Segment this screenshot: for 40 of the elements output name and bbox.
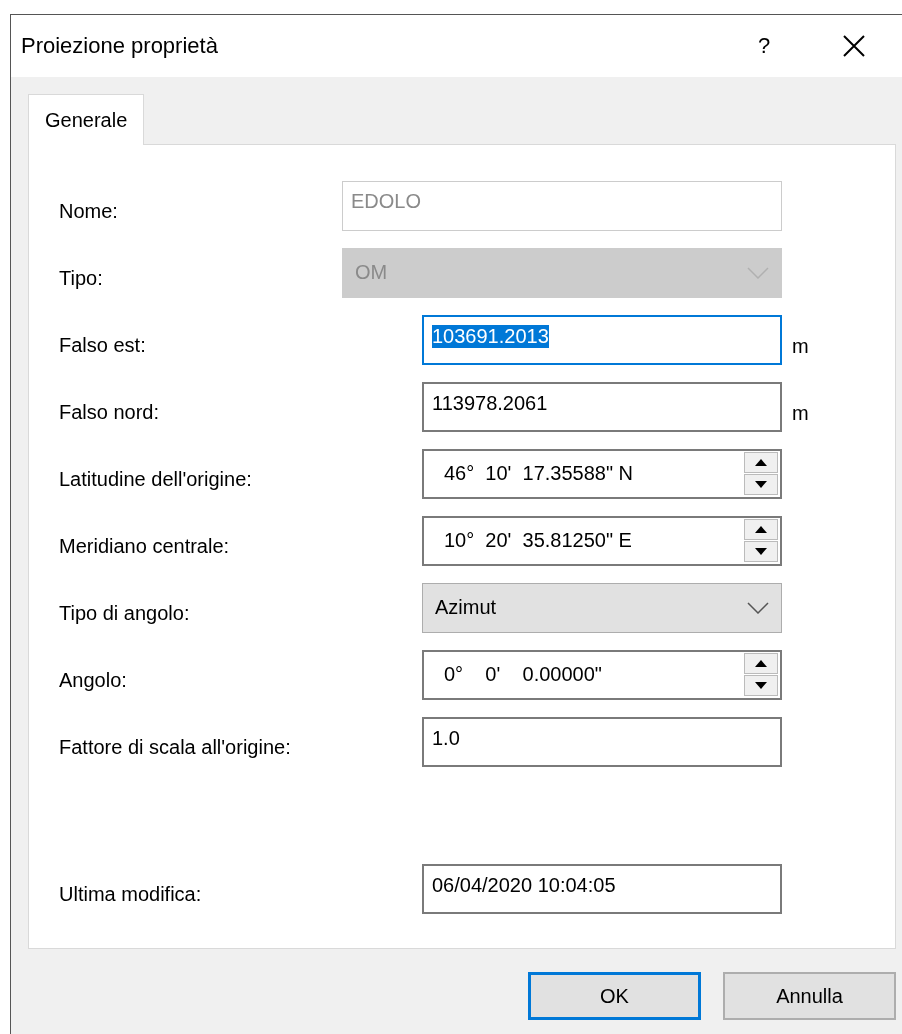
field-label: Falso est: [59, 333, 147, 357]
field-label: Angolo: [59, 668, 128, 692]
spin-down-button[interactable] [744, 474, 778, 495]
input-field[interactable]: 06/04/2020 10:04:05 [422, 863, 782, 914]
dropdown[interactable]: Azimut [422, 582, 782, 633]
up-triangle-icon [755, 459, 767, 466]
spin-field[interactable]: 0° 0' 0.00000" [422, 649, 782, 700]
field-label: Tipo: [59, 266, 104, 290]
up-triangle-icon [755, 660, 767, 667]
field-label: Falso nord: [59, 400, 161, 424]
down-triangle-icon [755, 682, 767, 689]
field-label: Fattore di scala all'origine: [59, 735, 292, 759]
down-triangle-icon [755, 548, 767, 555]
spin-up-button[interactable] [744, 519, 778, 540]
input-field[interactable]: 103691.2013 [422, 314, 782, 365]
unit-label: m [792, 401, 809, 425]
down-triangle-icon [755, 481, 767, 488]
dialog-button[interactable]: OK [528, 972, 701, 1020]
field-label: Ultima modifica: [59, 882, 203, 906]
field-label: Nome: [59, 199, 119, 223]
spin-field[interactable]: 10° 20' 35.81250" E [422, 515, 782, 566]
spin-down-button[interactable] [744, 675, 778, 696]
help-button[interactable]: ? [734, 26, 794, 66]
spin-up-button[interactable] [744, 452, 778, 473]
unit-label: m [792, 334, 809, 358]
input-field[interactable]: 113978.2061 [422, 381, 782, 432]
chevron-down-icon [747, 601, 769, 614]
spin-down-button[interactable] [744, 541, 778, 562]
field-label: Tipo di angolo: [59, 601, 191, 625]
chevron-down-icon [747, 266, 769, 279]
window-title: Proiezione proprietà [21, 33, 219, 59]
input-field[interactable]: 1.0 [422, 716, 782, 767]
dialog-button[interactable]: Annulla [723, 972, 896, 1020]
field-label: Meridiano centrale: [59, 534, 231, 558]
field-label: Latitudine dell'origine: [59, 467, 253, 491]
up-triangle-icon [755, 526, 767, 533]
spin-up-button[interactable] [744, 653, 778, 674]
spin-field[interactable]: 46° 10' 17.35588" N [422, 448, 782, 499]
close-icon [842, 34, 866, 58]
tab[interactable]: Generale [28, 94, 145, 145]
